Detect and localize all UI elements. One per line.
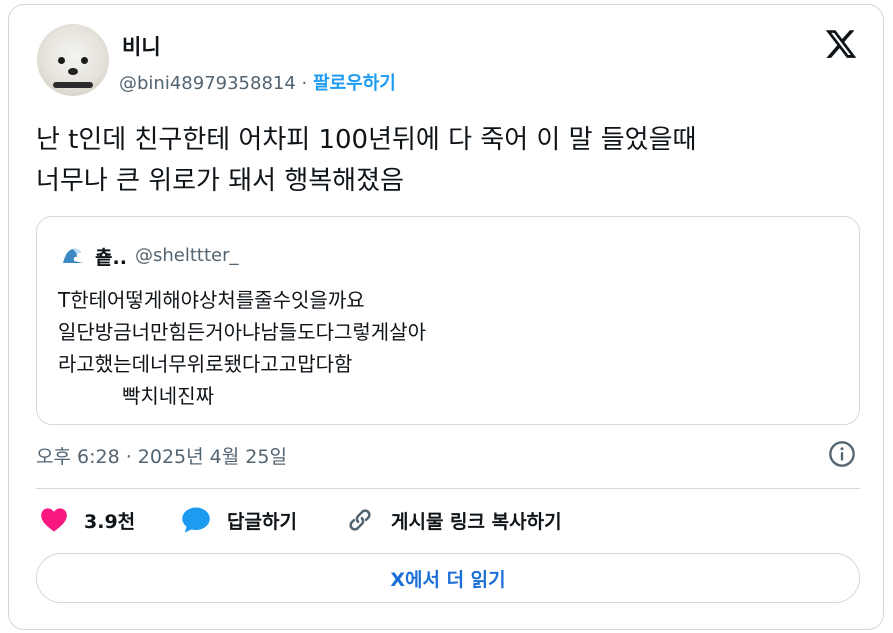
speech-bubble-icon: [182, 507, 210, 533]
redacted-block: [58, 386, 122, 409]
tweet-text-line: 너무나 큰 위로가 돼서 행복해졌음: [36, 166, 404, 196]
quote-text-line: 라고했는데너무위로됐다고고맙다함: [58, 352, 353, 376]
author-handle-row: @bini48979358814 · 팔로우하기: [119, 69, 396, 95]
like-button[interactable]: 3.9천: [40, 505, 135, 535]
quote-text-line: 일단방금너만힘든거아냐남들도다그렇게살아: [58, 320, 426, 344]
info-icon[interactable]: [828, 440, 856, 468]
quote-author-handle: @shelttter_: [135, 245, 239, 266]
copy-link-button[interactable]: 게시물 링크 복사하기: [345, 505, 562, 535]
copy-link-label: 게시물 링크 복사하기: [391, 510, 562, 533]
quote-text-line: 빡치네진짜: [58, 380, 426, 412]
reply-button[interactable]: 답글하기: [181, 505, 297, 535]
heart-icon: [41, 508, 67, 532]
tweet-text-line: 난 t인데 친구한테 어차피 100년뒤에 다 죽어 이 말 들었을때: [36, 125, 697, 155]
tweet-text: 난 t인데 친구한테 어차피 100년뒤에 다 죽어 이 말 들었을때 너무나 …: [36, 120, 856, 202]
link-icon: [349, 509, 371, 531]
follow-button[interactable]: 팔로우하기: [313, 73, 396, 94]
author-handle[interactable]: @bini48979358814: [119, 73, 296, 94]
avatar[interactable]: [37, 24, 109, 96]
reply-label: 답글하기: [227, 510, 297, 533]
quote-body: T한테어떻게해야상처를줄수잇을까요 일단방금너만힘든거아냐남들도다그렇게살아 라…: [58, 284, 426, 412]
like-count: 3.9천: [84, 510, 136, 533]
avatar-eye: [58, 57, 65, 64]
divider: [36, 488, 860, 489]
quote-text-last: 빡치네진짜: [122, 384, 214, 408]
quote-author-name: 춑..: [95, 247, 127, 269]
author-name[interactable]: 비니: [122, 31, 161, 61]
avatar-eye: [81, 57, 88, 64]
avatar-nose: [68, 68, 78, 75]
avatar-collar: [53, 82, 93, 88]
tweet-timestamp[interactable]: 오후 6:28 · 2025년 4월 25일: [36, 442, 287, 469]
handle-separator: ·: [301, 73, 308, 94]
wave-icon: [63, 248, 83, 263]
quoted-tweet[interactable]: 춑.. @shelttter_ T한테어떻게해야상처를줄수잇을까요 일단방금너만…: [36, 216, 860, 425]
quote-text-line: T한테어떻게해야상처를줄수잇을까요: [58, 288, 365, 312]
read-more-button[interactable]: X에서 더 읽기: [36, 553, 860, 603]
x-logo[interactable]: [823, 27, 859, 61]
